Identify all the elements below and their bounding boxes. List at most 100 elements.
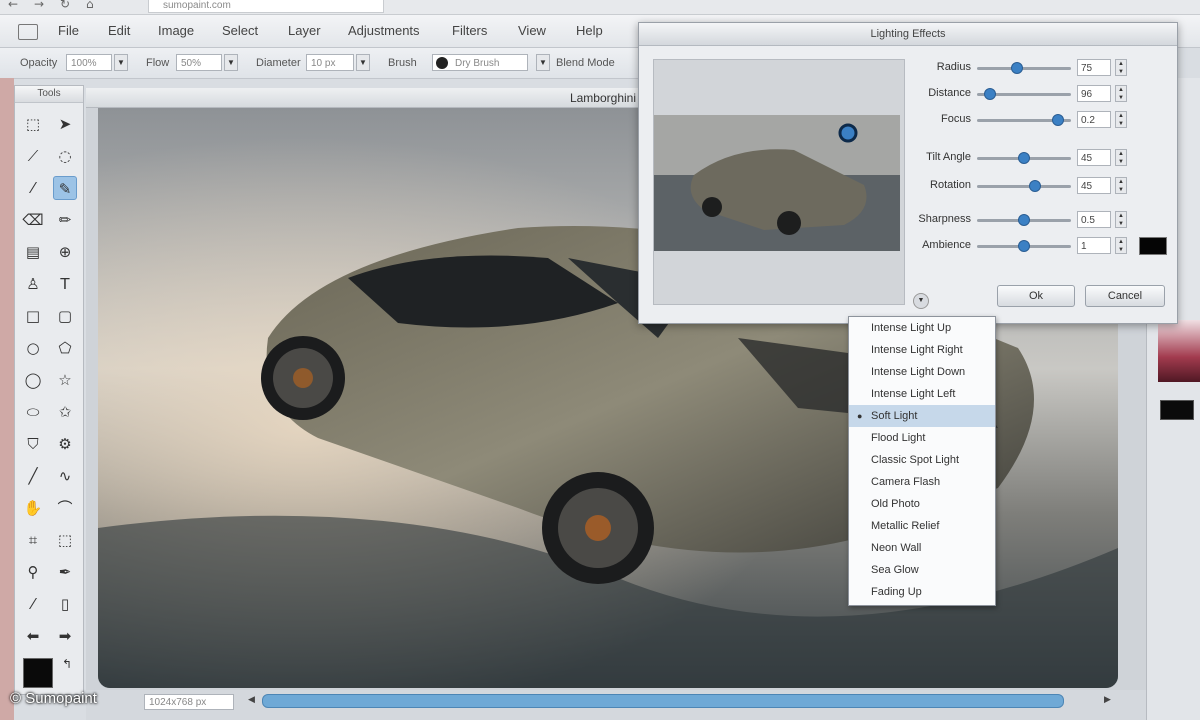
color-picker-gradient[interactable] xyxy=(1158,320,1200,382)
crop-icon[interactable]: ⌗ xyxy=(21,528,45,552)
preset-menu-item[interactable]: Neon Wall xyxy=(849,537,995,559)
burn-icon[interactable]: ⌒ xyxy=(53,496,77,520)
tilt-angle-value[interactable]: 45 xyxy=(1077,149,1111,166)
shape-icon[interactable]: ⬭ xyxy=(21,400,45,424)
focus-slider[interactable] xyxy=(977,114,1071,126)
ambience-slider[interactable] xyxy=(977,240,1071,252)
bucket-icon[interactable]: ⛉ xyxy=(21,432,45,456)
preset-menu-item[interactable]: Intense Light Left xyxy=(849,383,995,405)
light-color-swatch[interactable] xyxy=(1139,237,1167,255)
tilt-angle-slider[interactable] xyxy=(977,152,1071,164)
preset-menu-item[interactable]: Classic Spot Light xyxy=(849,449,995,471)
polygon-icon[interactable]: ⬠ xyxy=(53,336,77,360)
scroll-left-icon[interactable]: ◀ xyxy=(248,694,255,705)
cancel-button[interactable]: Cancel xyxy=(1085,285,1165,307)
rounded-rect-icon[interactable]: ▢ xyxy=(53,304,77,328)
distance-spinner-icon[interactable]: ▲ ▼ xyxy=(1115,85,1127,102)
zoom-field[interactable]: 1024x768 px xyxy=(144,694,234,710)
dodge-icon[interactable]: ♙ xyxy=(21,272,45,296)
horizontal-scrollbar[interactable] xyxy=(262,694,1064,708)
menu-image[interactable]: Image xyxy=(158,23,194,38)
brush-dropdown-icon[interactable]: ▼ xyxy=(536,54,550,71)
eyedropper-icon[interactable]: ⁄ xyxy=(21,176,45,200)
ambience-knob[interactable] xyxy=(1018,240,1030,252)
color-chip[interactable] xyxy=(1160,400,1194,420)
star-outline-icon[interactable]: ✩ xyxy=(53,400,77,424)
opacity-dropdown-icon[interactable]: ▼ xyxy=(114,54,128,71)
preset-menu-item[interactable]: Intense Light Down xyxy=(849,361,995,383)
focus-value[interactable]: 0.2 xyxy=(1077,111,1111,128)
arrow-right-icon[interactable]: ➡ xyxy=(53,624,77,648)
rotation-knob[interactable] xyxy=(1028,180,1041,192)
menu-view[interactable]: View xyxy=(518,23,546,38)
diameter-field[interactable]: 10 px xyxy=(306,54,354,71)
gear-icon[interactable]: ⚙ xyxy=(53,432,77,456)
brush-icon[interactable]: ⟋ xyxy=(21,144,45,168)
slice-icon[interactable]: ⬚ xyxy=(53,528,77,552)
focus-spinner-icon[interactable]: ▲ ▼ xyxy=(1115,111,1127,128)
radius-spinner-icon[interactable]: ▲ ▼ xyxy=(1115,59,1127,76)
sharpness-slider[interactable] xyxy=(977,214,1071,226)
paint-brush-icon[interactable]: ✎ xyxy=(53,176,77,200)
radius-slider[interactable] xyxy=(977,62,1071,74)
line-icon[interactable]: ╱ xyxy=(21,464,45,488)
preset-menu-item[interactable]: Metallic Relief xyxy=(849,515,995,537)
opacity-field[interactable]: 100% xyxy=(66,54,112,71)
ellipse-icon[interactable]: ○ xyxy=(21,336,45,360)
preset-menu-item[interactable]: Flood Light xyxy=(849,427,995,449)
rotation-slider[interactable] xyxy=(977,180,1071,192)
preset-menu-item[interactable]: Intense Light Up xyxy=(849,317,995,339)
home-icon[interactable]: ⌂ xyxy=(86,0,94,11)
menu-help[interactable]: Help xyxy=(576,23,603,38)
address-bar[interactable]: sumopaint.com xyxy=(148,0,384,13)
gradient-icon[interactable]: ▤ xyxy=(21,240,45,264)
preset-menu-item[interactable]: Intense Light Right xyxy=(849,339,995,361)
picker-icon[interactable]: ⁄ xyxy=(21,592,45,616)
preset-dropdown-icon[interactable]: ▼ xyxy=(913,293,929,309)
pencil-icon[interactable]: ✏ xyxy=(53,208,77,232)
focus-knob[interactable] xyxy=(1052,114,1065,126)
rotation-value[interactable]: 45 xyxy=(1077,177,1111,194)
zoom-icon[interactable]: ⚲ xyxy=(21,560,45,584)
hand-icon[interactable]: ✋ xyxy=(21,496,45,520)
preset-menu-item[interactable]: Sea Glow xyxy=(849,559,995,581)
text-icon[interactable]: T xyxy=(53,272,77,296)
back-icon[interactable]: ← xyxy=(8,0,18,11)
foreground-color-swatch[interactable] xyxy=(23,658,53,688)
move-icon[interactable]: ➤ xyxy=(53,112,77,136)
lasso-icon[interactable]: ◌ xyxy=(53,144,77,168)
star-icon[interactable]: ☆ xyxy=(53,368,77,392)
distance-value[interactable]: 96 xyxy=(1077,85,1111,102)
preset-menu-item[interactable]: ● Soft Light xyxy=(849,405,995,427)
rect-select-icon[interactable]: ▯ xyxy=(53,592,77,616)
diameter-dropdown-icon[interactable]: ▼ xyxy=(356,54,370,71)
flow-field[interactable]: 50% xyxy=(176,54,222,71)
reload-icon[interactable]: ↻ xyxy=(60,0,70,11)
light-source-handle[interactable] xyxy=(838,123,858,143)
ambience-value[interactable]: 1 xyxy=(1077,237,1111,254)
ok-button[interactable]: Ok xyxy=(997,285,1075,307)
rectangle-icon[interactable]: □ xyxy=(21,304,45,328)
stamp-icon[interactable]: ⊕ xyxy=(53,240,77,264)
distance-slider[interactable] xyxy=(977,88,1071,100)
flow-dropdown-icon[interactable]: ▼ xyxy=(224,54,238,71)
eraser-icon[interactable]: ⌫ xyxy=(21,208,45,232)
menu-layer[interactable]: Layer xyxy=(288,23,321,38)
app-logo-icon[interactable] xyxy=(18,24,38,40)
preview-image[interactable] xyxy=(654,115,900,251)
rotation-spinner-icon[interactable]: ▲ ▼ xyxy=(1115,177,1127,194)
sharpness-value[interactable]: 0.5 xyxy=(1077,211,1111,228)
menu-select[interactable]: Select xyxy=(222,23,258,38)
ellipse-outline-icon[interactable]: ◯ xyxy=(21,368,45,392)
sharpness-knob[interactable] xyxy=(1018,214,1030,226)
menu-filters[interactable]: Filters xyxy=(452,23,487,38)
tilt-angle-knob[interactable] xyxy=(1018,152,1030,164)
smudge-icon[interactable]: ∿ xyxy=(53,464,77,488)
scroll-right-icon[interactable]: ▶ xyxy=(1104,694,1111,705)
menu-adjustments[interactable]: Adjustments xyxy=(348,23,420,38)
tilt-angle-spinner-icon[interactable]: ▲ ▼ xyxy=(1115,149,1127,166)
distance-knob[interactable] xyxy=(983,88,996,100)
preset-menu-item[interactable]: Fading Up xyxy=(849,581,995,603)
preset-menu-item[interactable]: Camera Flash xyxy=(849,471,995,493)
ambience-spinner-icon[interactable]: ▲ ▼ xyxy=(1115,237,1127,254)
